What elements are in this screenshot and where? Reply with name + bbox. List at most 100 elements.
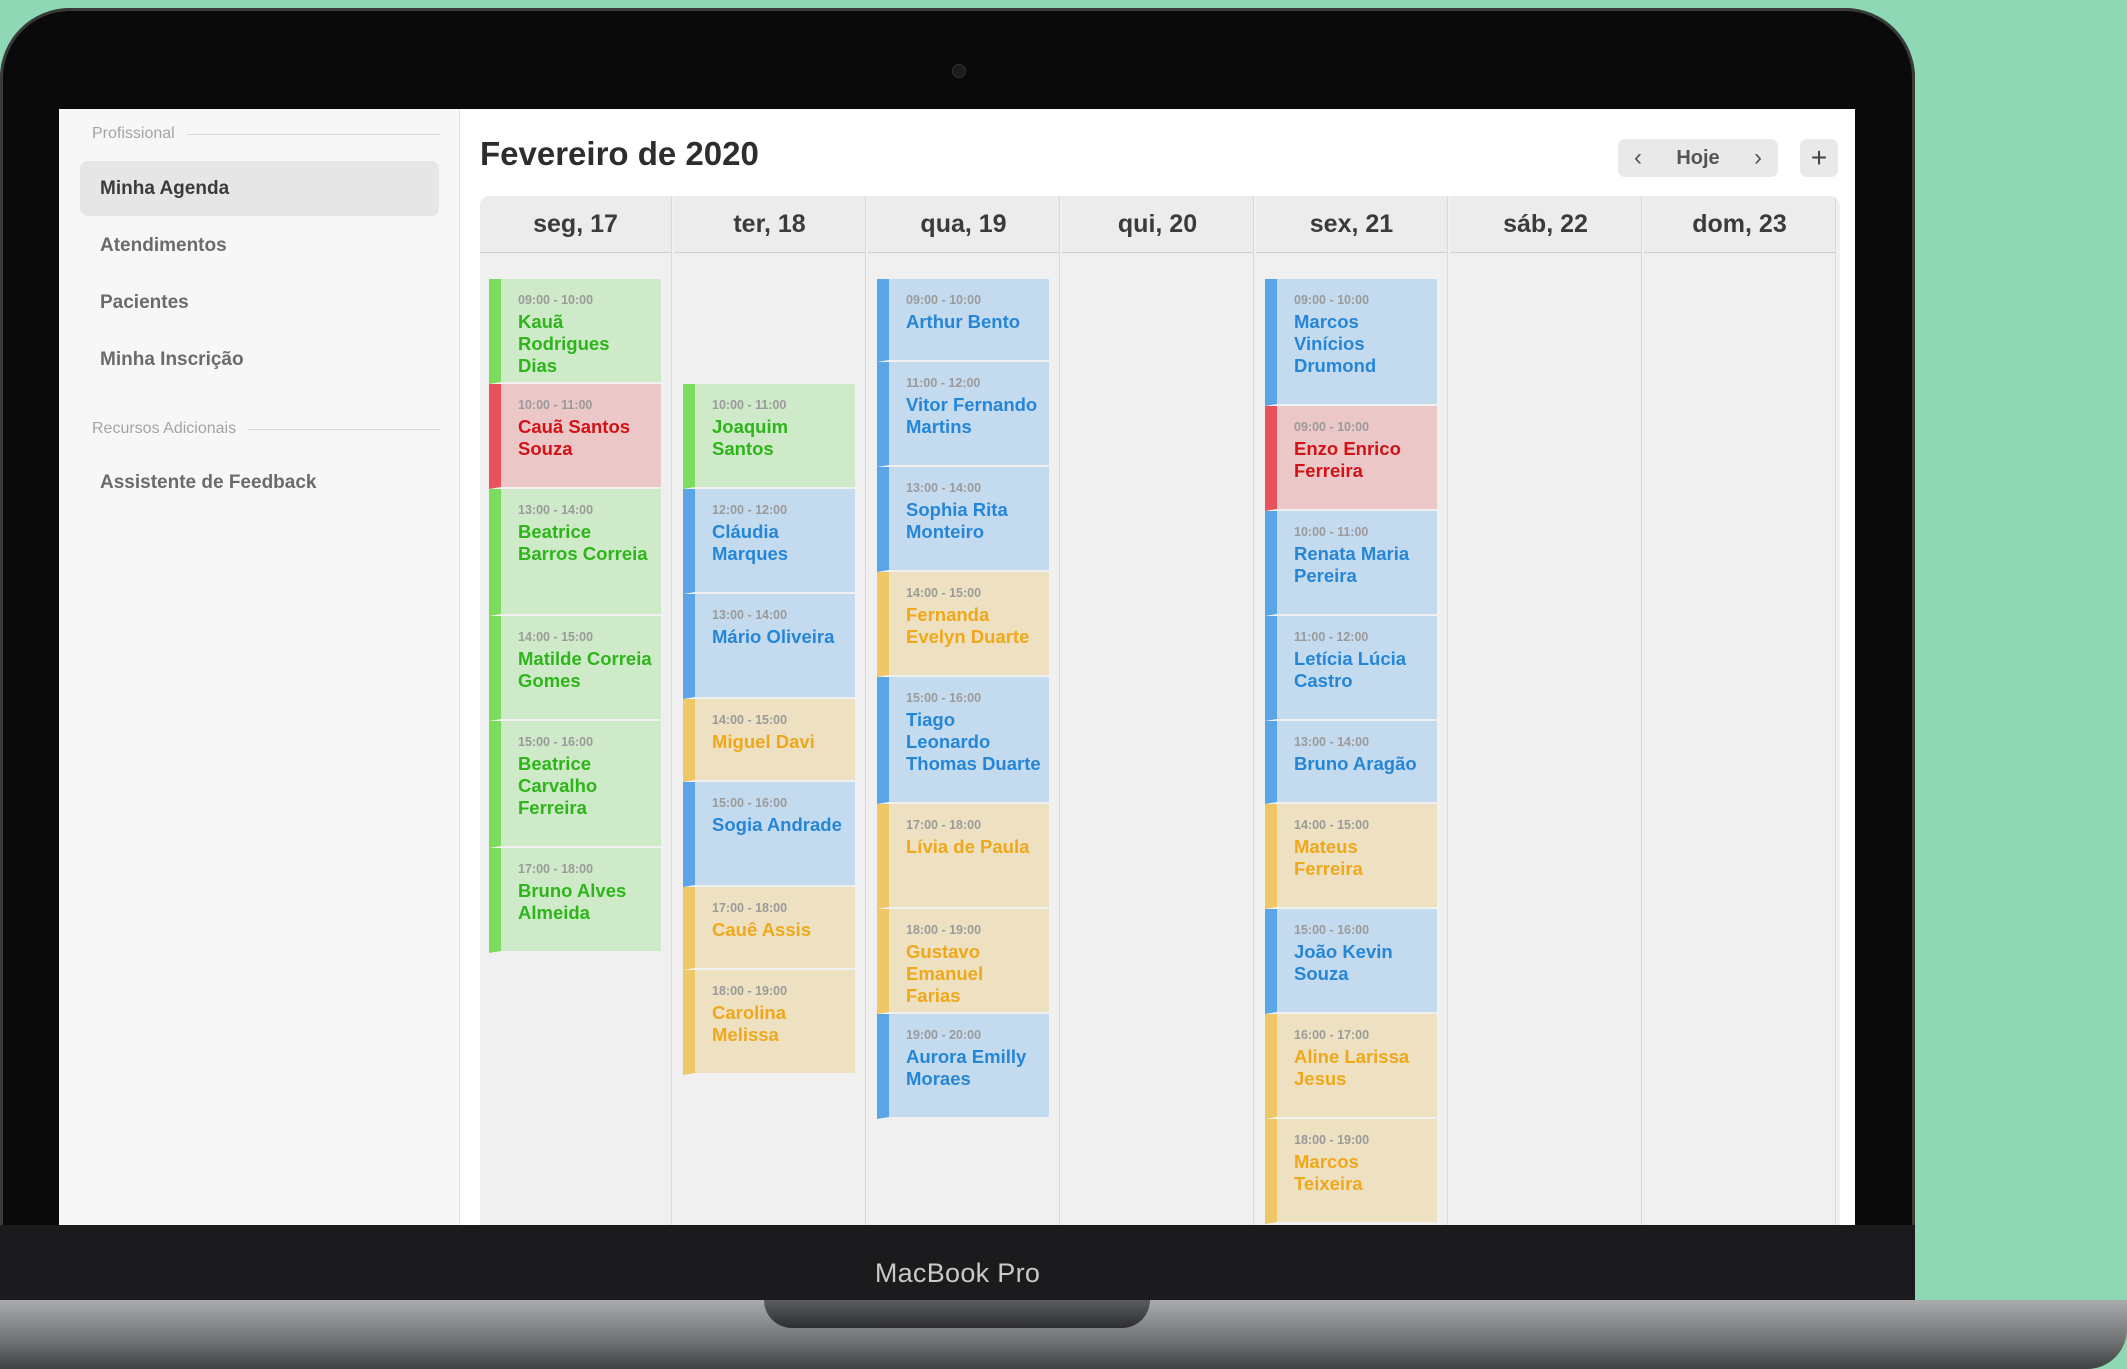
appointment-card[interactable]: 17:00 - 18:00 Cauê Assis (683, 887, 855, 970)
appointment-card[interactable]: 14:00 - 15:00 Mateus Ferreira (1265, 804, 1437, 909)
day-column: qua, 19 09:00 - 10:00 Arthur Bento 11:00 - … (868, 196, 1060, 1233)
appointment-time: 13:00 - 14:00 (1294, 735, 1370, 749)
appointment-time: 17:00 - 18:00 (906, 818, 982, 832)
appointment-patient-name: Bruno Aragão (1294, 753, 1417, 774)
appointment-patient-name: Sogia Andrade (712, 814, 842, 835)
appointment-card[interactable]: 18:00 - 19:00 Marcos Teixeira (1265, 1119, 1437, 1224)
appointment-card[interactable]: 09:00 - 10:00 Arthur Bento (877, 279, 1049, 362)
appointment-time: 10:00 - 11:00 (1294, 525, 1369, 539)
appointment-card[interactable]: 09:00 - 10:00 Marcos Vinícios Drumond (1265, 279, 1437, 406)
appointment-card[interactable]: 13:00 - 14:00 Bruno Aragão (1265, 721, 1437, 804)
appointment-time: 13:00 - 14:00 (518, 503, 594, 517)
sidebar: Profissional Minha Agenda Atendimentos P… (59, 109, 460, 1233)
appointment-card[interactable]: 13:00 - 14:00 Sophia Rita Monteiro (877, 467, 1049, 572)
appointment-card[interactable]: 09:00 - 10:00 Kauã Rodrigues Dias (489, 279, 661, 384)
appointment-patient-name: Miguel Davi (712, 731, 815, 752)
today-button[interactable]: Hoje (1658, 139, 1738, 177)
day-column: sáb, 22 (1450, 196, 1642, 1233)
day-column: dom, 23 (1644, 196, 1836, 1233)
appointment-time: 18:00 - 19:00 (712, 984, 788, 998)
appointment-card[interactable]: 17:00 - 18:00 Bruno Alves Almeida (489, 848, 661, 953)
appointment-time: 18:00 - 19:00 (1294, 1133, 1370, 1147)
day-header: dom, 23 (1644, 196, 1835, 253)
appointment-patient-name: Carolina Melissa (712, 1002, 787, 1045)
appointment-patient-name: Joaquim Santos (712, 416, 789, 459)
section-title: Recursos Adicionais (92, 420, 237, 437)
appointment-patient-name: Enzo Enrico Ferreira (1294, 438, 1401, 481)
appointment-card[interactable]: 15:00 - 16:00 Sogia Andrade (683, 782, 855, 887)
appointment-card[interactable]: 18:00 - 19:00 Carolina Melissa (683, 970, 855, 1075)
appointment-time: 13:00 - 14:00 (712, 608, 788, 622)
appointment-patient-name: Fernanda Evelyn Duarte (906, 604, 1030, 647)
appointment-card[interactable]: 11:00 - 12:00 Letícia Lúcia Castro (1265, 616, 1437, 721)
chevron-right-icon[interactable]: › (1738, 139, 1778, 177)
appointment-patient-name: Aline Larissa Jesus (1294, 1046, 1410, 1089)
appointment-patient-name: Kauã Rodrigues Dias (518, 311, 610, 376)
sidebar-item-label: Assistente de Feedback (100, 471, 317, 493)
appointment-time: 14:00 - 15:00 (1294, 818, 1370, 832)
appointment-time: 18:00 - 19:00 (906, 923, 982, 937)
laptop-notch (764, 1300, 1150, 1328)
appointment-card[interactable]: 13:00 - 14:00 Mário Oliveira (683, 594, 855, 699)
page-title: Fevereiro de 2020 (480, 135, 759, 172)
appointment-card[interactable]: 17:00 - 18:00 Lívia de Paula (877, 804, 1049, 909)
appointment-card[interactable]: 10:00 - 11:00 Cauã Santos Souza (489, 384, 661, 489)
appointment-card[interactable]: 10:00 - 11:00 Renata Maria Pereira (1265, 511, 1437, 616)
sidebar-section-professional: Profissional (92, 123, 440, 145)
appointment-card[interactable]: 16:00 - 17:00 Aline Larissa Jesus (1265, 1014, 1437, 1119)
day-header: qua, 19 (868, 196, 1059, 253)
appointment-card[interactable]: 15:00 - 16:00 João Kevin Souza (1265, 909, 1437, 1014)
appointment-card[interactable]: 19:00 - 20:00 Aurora Emilly Moraes (877, 1014, 1049, 1119)
appointment-patient-name: Letícia Lúcia Castro (1294, 648, 1407, 691)
date-navigation: ‹ Hoje › (1618, 139, 1778, 177)
appointment-patient-name: Mateus Ferreira (1294, 836, 1363, 879)
appointment-time: 11:00 - 12:00 (906, 376, 981, 390)
appointment-patient-name: Cauã Santos Souza (518, 416, 631, 459)
day-column: sex, 21 09:00 - 10:00 Marcos Vinícios Drum… (1256, 196, 1448, 1233)
appointment-time: 15:00 - 16:00 (906, 691, 982, 705)
appointment-patient-name: Aurora Emilly Moraes (906, 1046, 1027, 1089)
sidebar-item-pacientes[interactable]: Pacientes (80, 275, 439, 330)
sidebar-item-label: Minha Inscrição (100, 348, 244, 370)
appointment-card[interactable]: 14:00 - 15:00 Miguel Davi (683, 699, 855, 782)
appointment-time: 09:00 - 10:00 (518, 293, 594, 307)
appointment-patient-name: Mário Oliveira (712, 626, 835, 647)
appointment-card[interactable]: 09:00 - 10:00 Enzo Enrico Ferreira (1265, 406, 1437, 511)
divider (248, 428, 440, 430)
appointment-patient-name: Beatrice Carvalho Ferreira (518, 753, 598, 818)
appointment-time: 16:00 - 17:00 (1294, 1028, 1370, 1042)
day-column: ter, 18 10:00 - 11:00 Joaquim Santos 12:00 … (674, 196, 866, 1233)
divider (186, 133, 440, 135)
appointment-card[interactable]: 14:00 - 15:00 Matilde Correia Gomes (489, 616, 661, 721)
appointment-patient-name: Sophia Rita Monteiro (906, 499, 1008, 542)
sidebar-item-label: Minha Agenda (100, 177, 230, 199)
appointment-card[interactable]: 15:00 - 16:00 Tiago Leonardo Thomas Duart… (877, 677, 1049, 804)
appointment-patient-name: Bruno Alves Almeida (518, 880, 627, 923)
appointment-patient-name: Vitor Fernando Martins (906, 394, 1038, 437)
day-header: ter, 18 (674, 196, 865, 253)
appointment-patient-name: Gustavo Emanuel Farias (906, 941, 984, 1006)
appointment-card[interactable]: 10:00 - 11:00 Joaquim Santos (683, 384, 855, 489)
device-label: MacBook Pro (874, 1258, 1041, 1288)
sidebar-item-minha-agenda[interactable]: Minha Agenda (80, 161, 439, 216)
appointment-card[interactable]: 12:00 - 12:00 Cláudia Marques (683, 489, 855, 594)
sidebar-item-minha-inscricao[interactable]: Minha Inscrição (80, 332, 439, 387)
sidebar-item-assistente-feedback[interactable]: Assistente de Feedback (80, 455, 439, 510)
appointment-time: 17:00 - 18:00 (712, 901, 788, 915)
main-content: Fevereiro de 2020 ‹ Hoje › + seg, 17 09:0… (460, 109, 1855, 1233)
appointment-card[interactable]: 13:00 - 14:00 Beatrice Barros Correia (489, 489, 661, 616)
sidebar-item-atendimentos[interactable]: Atendimentos (80, 218, 439, 273)
appointment-card[interactable]: 11:00 - 12:00 Vitor Fernando Martins (877, 362, 1049, 467)
chevron-left-icon[interactable]: ‹ (1618, 139, 1658, 177)
appointment-card[interactable]: 15:00 - 16:00 Beatrice Carvalho Ferreira (489, 721, 661, 848)
appointment-time: 15:00 - 16:00 (1294, 923, 1370, 937)
appointment-card[interactable]: 14:00 - 15:00 Fernanda Evelyn Duarte (877, 572, 1049, 677)
appointment-time: 09:00 - 10:00 (1294, 420, 1370, 434)
appointment-patient-name: Cláudia Marques (712, 521, 789, 564)
appointment-card[interactable]: 18:00 - 19:00 Gustavo Emanuel Farias (877, 909, 1049, 1014)
day-column: seg, 17 09:00 - 10:00 Kauã Rodrigues Dias 1… (480, 196, 672, 1233)
appointment-time: 12:00 - 12:00 (712, 503, 788, 517)
appointment-patient-name: Matilde Correia Gomes (518, 648, 652, 691)
day-header: qui, 20 (1062, 196, 1253, 253)
add-button[interactable]: + (1800, 139, 1838, 177)
